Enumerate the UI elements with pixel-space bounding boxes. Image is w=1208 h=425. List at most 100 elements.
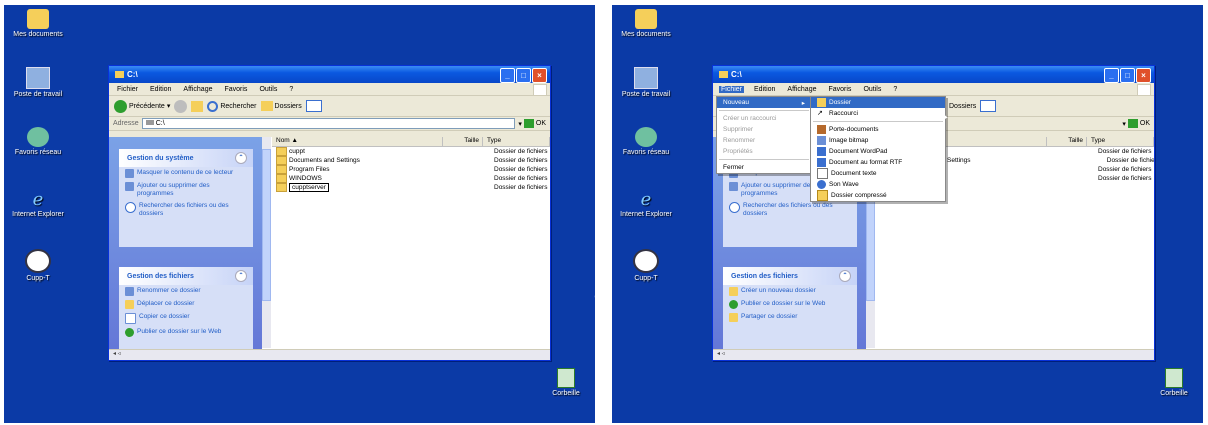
system-tasks-header[interactable]: Gestion du système ⌃ <box>119 149 253 167</box>
folders-button[interactable]: Dossiers <box>260 101 302 111</box>
rtf-document-icon <box>817 158 826 167</box>
file-tasks-header[interactable]: Gestion des fichiers ⌃ <box>723 267 857 285</box>
close-button[interactable]: × <box>1136 68 1151 83</box>
submenu-item-wave[interactable]: Son Wave <box>811 179 945 190</box>
horizontal-scrollbar[interactable]: ◂ ◃ <box>713 349 1154 360</box>
menu-view[interactable]: Affichage <box>785 86 818 93</box>
horizontal-scrollbar[interactable]: ◂ ◃ <box>109 349 550 360</box>
rename-input[interactable]: cupptserver <box>289 183 329 192</box>
desktop-icon-my-computer[interactable]: Poste de travail <box>6 67 70 98</box>
desktop-icon-cupp-t[interactable]: Cupp-T <box>6 249 70 282</box>
panel-title: Gestion des fichiers <box>731 272 798 280</box>
menu-edit[interactable]: Edition <box>752 86 777 93</box>
menu-item-delete[interactable]: Supprimer <box>717 124 811 135</box>
desktop-icon-my-computer[interactable]: Poste de travail <box>614 67 678 98</box>
task-share-folder[interactable]: Partager ce dossier <box>723 311 857 324</box>
minimize-button[interactable]: _ <box>1104 68 1119 83</box>
collapse-icon[interactable]: ⌃ <box>839 270 851 282</box>
menu-favorites[interactable]: Favoris <box>826 86 853 93</box>
submenu-item-folder[interactable]: Dossier <box>811 97 945 108</box>
task-publish-web[interactable]: Publier ce dossier sur le Web <box>119 326 253 339</box>
column-name[interactable]: Nom ▲ <box>272 137 443 146</box>
file-menu-dropdown: Nouveau ▸ Créer un raccourci Supprimer Re… <box>716 96 812 174</box>
submenu-item-shortcut[interactable]: ↗ Raccourci <box>811 108 945 119</box>
task-rename-folder[interactable]: Renommer ce dossier <box>119 285 253 298</box>
views-icon[interactable] <box>305 100 322 112</box>
task-search-files[interactable]: Rechercher des fichiers ou des dossiers <box>119 200 253 220</box>
task-publish-web[interactable]: Publier ce dossier sur le Web <box>723 298 857 311</box>
folders-button[interactable]: Dossiers <box>949 103 976 110</box>
my-documents-icon <box>27 9 49 29</box>
menu-view[interactable]: Affichage <box>181 86 214 93</box>
go-button[interactable]: ▾ OK <box>1122 119 1150 128</box>
desktop-icon-cupp-t[interactable]: Cupp-T <box>614 249 678 282</box>
desktop-icon-recycle-bin[interactable]: Corbeille <box>1154 368 1194 397</box>
file-row[interactable]: Program Files Dossier de fichiers <box>272 165 550 174</box>
desktop-icon-internet-explorer[interactable]: e Internet Explorer <box>6 189 70 218</box>
window-titlebar[interactable]: C:\ _ □ × <box>713 66 1154 83</box>
menu-help[interactable]: ? <box>891 86 899 93</box>
menu-item-create-shortcut[interactable]: Créer un raccourci <box>717 113 811 124</box>
window-titlebar[interactable]: C:\ _ □ × <box>109 66 550 83</box>
desktop-icon-label: Poste de travail <box>621 91 671 98</box>
submenu-item-zip[interactable]: Dossier compressé <box>811 190 945 201</box>
menu-help[interactable]: ? <box>287 86 295 93</box>
minimize-button[interactable]: _ <box>500 68 515 83</box>
menu-item-properties[interactable]: Propriétés <box>717 146 811 157</box>
desktop-icon-label: Poste de travail <box>13 91 63 98</box>
up-folder-icon[interactable] <box>191 100 204 112</box>
menu-file[interactable]: Fichier <box>719 85 745 93</box>
file-row[interactable]: Documents and Settings Dossier de fichier… <box>272 156 550 165</box>
back-button[interactable]: Précédente ▾ <box>114 99 170 113</box>
task-search-files[interactable]: Rechercher des fichiers ou des dossiers <box>723 200 857 220</box>
menu-edit[interactable]: Edition <box>148 86 173 93</box>
column-type[interactable]: Type <box>1087 137 1154 146</box>
scrollbar-thumb[interactable] <box>262 149 271 301</box>
sound-icon <box>817 180 826 189</box>
maximize-button[interactable]: □ <box>1120 68 1135 83</box>
desktop-icon-network[interactable]: Favoris réseau <box>6 127 70 156</box>
collapse-icon[interactable]: ⌃ <box>235 152 247 164</box>
task-move-folder[interactable]: Déplacer ce dossier <box>119 298 253 311</box>
desktop-icon-recycle-bin[interactable]: Corbeille <box>546 368 586 397</box>
submenu-item-text[interactable]: Document texte <box>811 168 945 179</box>
task-copy-folder[interactable]: Copier ce dossier <box>119 311 253 326</box>
file-row[interactable]: WINDOWS Dossier de fichiers <box>272 174 550 183</box>
computer-icon <box>26 67 50 89</box>
window-title: C:\ <box>127 70 138 79</box>
menu-tools[interactable]: Outils <box>257 86 279 93</box>
task-hide-drive-contents[interactable]: Masquer le contenu de ce lecteur <box>119 167 253 180</box>
task-new-folder[interactable]: Créer un nouveau dossier <box>723 285 857 298</box>
maximize-button[interactable]: □ <box>516 68 531 83</box>
file-tasks-header[interactable]: Gestion des fichiers ⌃ <box>119 267 253 285</box>
submenu-item-rtf[interactable]: Document au format RTF <box>811 157 945 168</box>
forward-button[interactable] <box>174 99 188 113</box>
folders-label: Dossiers <box>949 102 977 110</box>
menu-item-new[interactable]: Nouveau ▸ <box>717 97 811 108</box>
desktop-icon-network[interactable]: Favoris réseau <box>614 127 678 156</box>
menu-tools[interactable]: Outils <box>861 86 883 93</box>
menu-item-rename[interactable]: Renommer <box>717 135 811 146</box>
menu-item-close[interactable]: Fermer <box>717 162 811 173</box>
column-size[interactable]: Taille <box>1047 137 1087 146</box>
submenu-item-bitmap[interactable]: Image bitmap <box>811 135 945 146</box>
views-icon[interactable] <box>980 100 997 112</box>
desktop-icon-my-documents[interactable]: Mes documents <box>614 9 678 38</box>
file-row[interactable]: cuppt Dossier de fichiers <box>272 147 550 156</box>
column-type[interactable]: Type <box>483 137 550 146</box>
file-row[interactable]: cupptserver Dossier de fichiers <box>272 183 550 192</box>
collapse-icon[interactable]: ⌃ <box>235 270 247 282</box>
desktop-icon-my-documents[interactable]: Mes documents <box>6 9 70 38</box>
menu-file[interactable]: Fichier <box>115 86 140 93</box>
address-input[interactable]: C:\ <box>141 118 516 129</box>
menu-favorites[interactable]: Favoris <box>222 86 249 93</box>
task-add-remove-programs[interactable]: Ajouter ou supprimer des programmes <box>119 180 253 200</box>
submenu-item-wordpad[interactable]: Document WordPad <box>811 146 945 157</box>
desktop-icon-internet-explorer[interactable]: e Internet Explorer <box>614 189 678 218</box>
submenu-item-briefcase[interactable]: Porte-documents <box>811 124 945 135</box>
column-size[interactable]: Taille <box>443 137 483 146</box>
search-button[interactable]: Rechercher <box>207 100 257 112</box>
go-button[interactable]: ▾ OK <box>518 119 546 128</box>
close-button[interactable]: × <box>532 68 547 83</box>
task-pane-scrollbar[interactable] <box>262 137 271 348</box>
